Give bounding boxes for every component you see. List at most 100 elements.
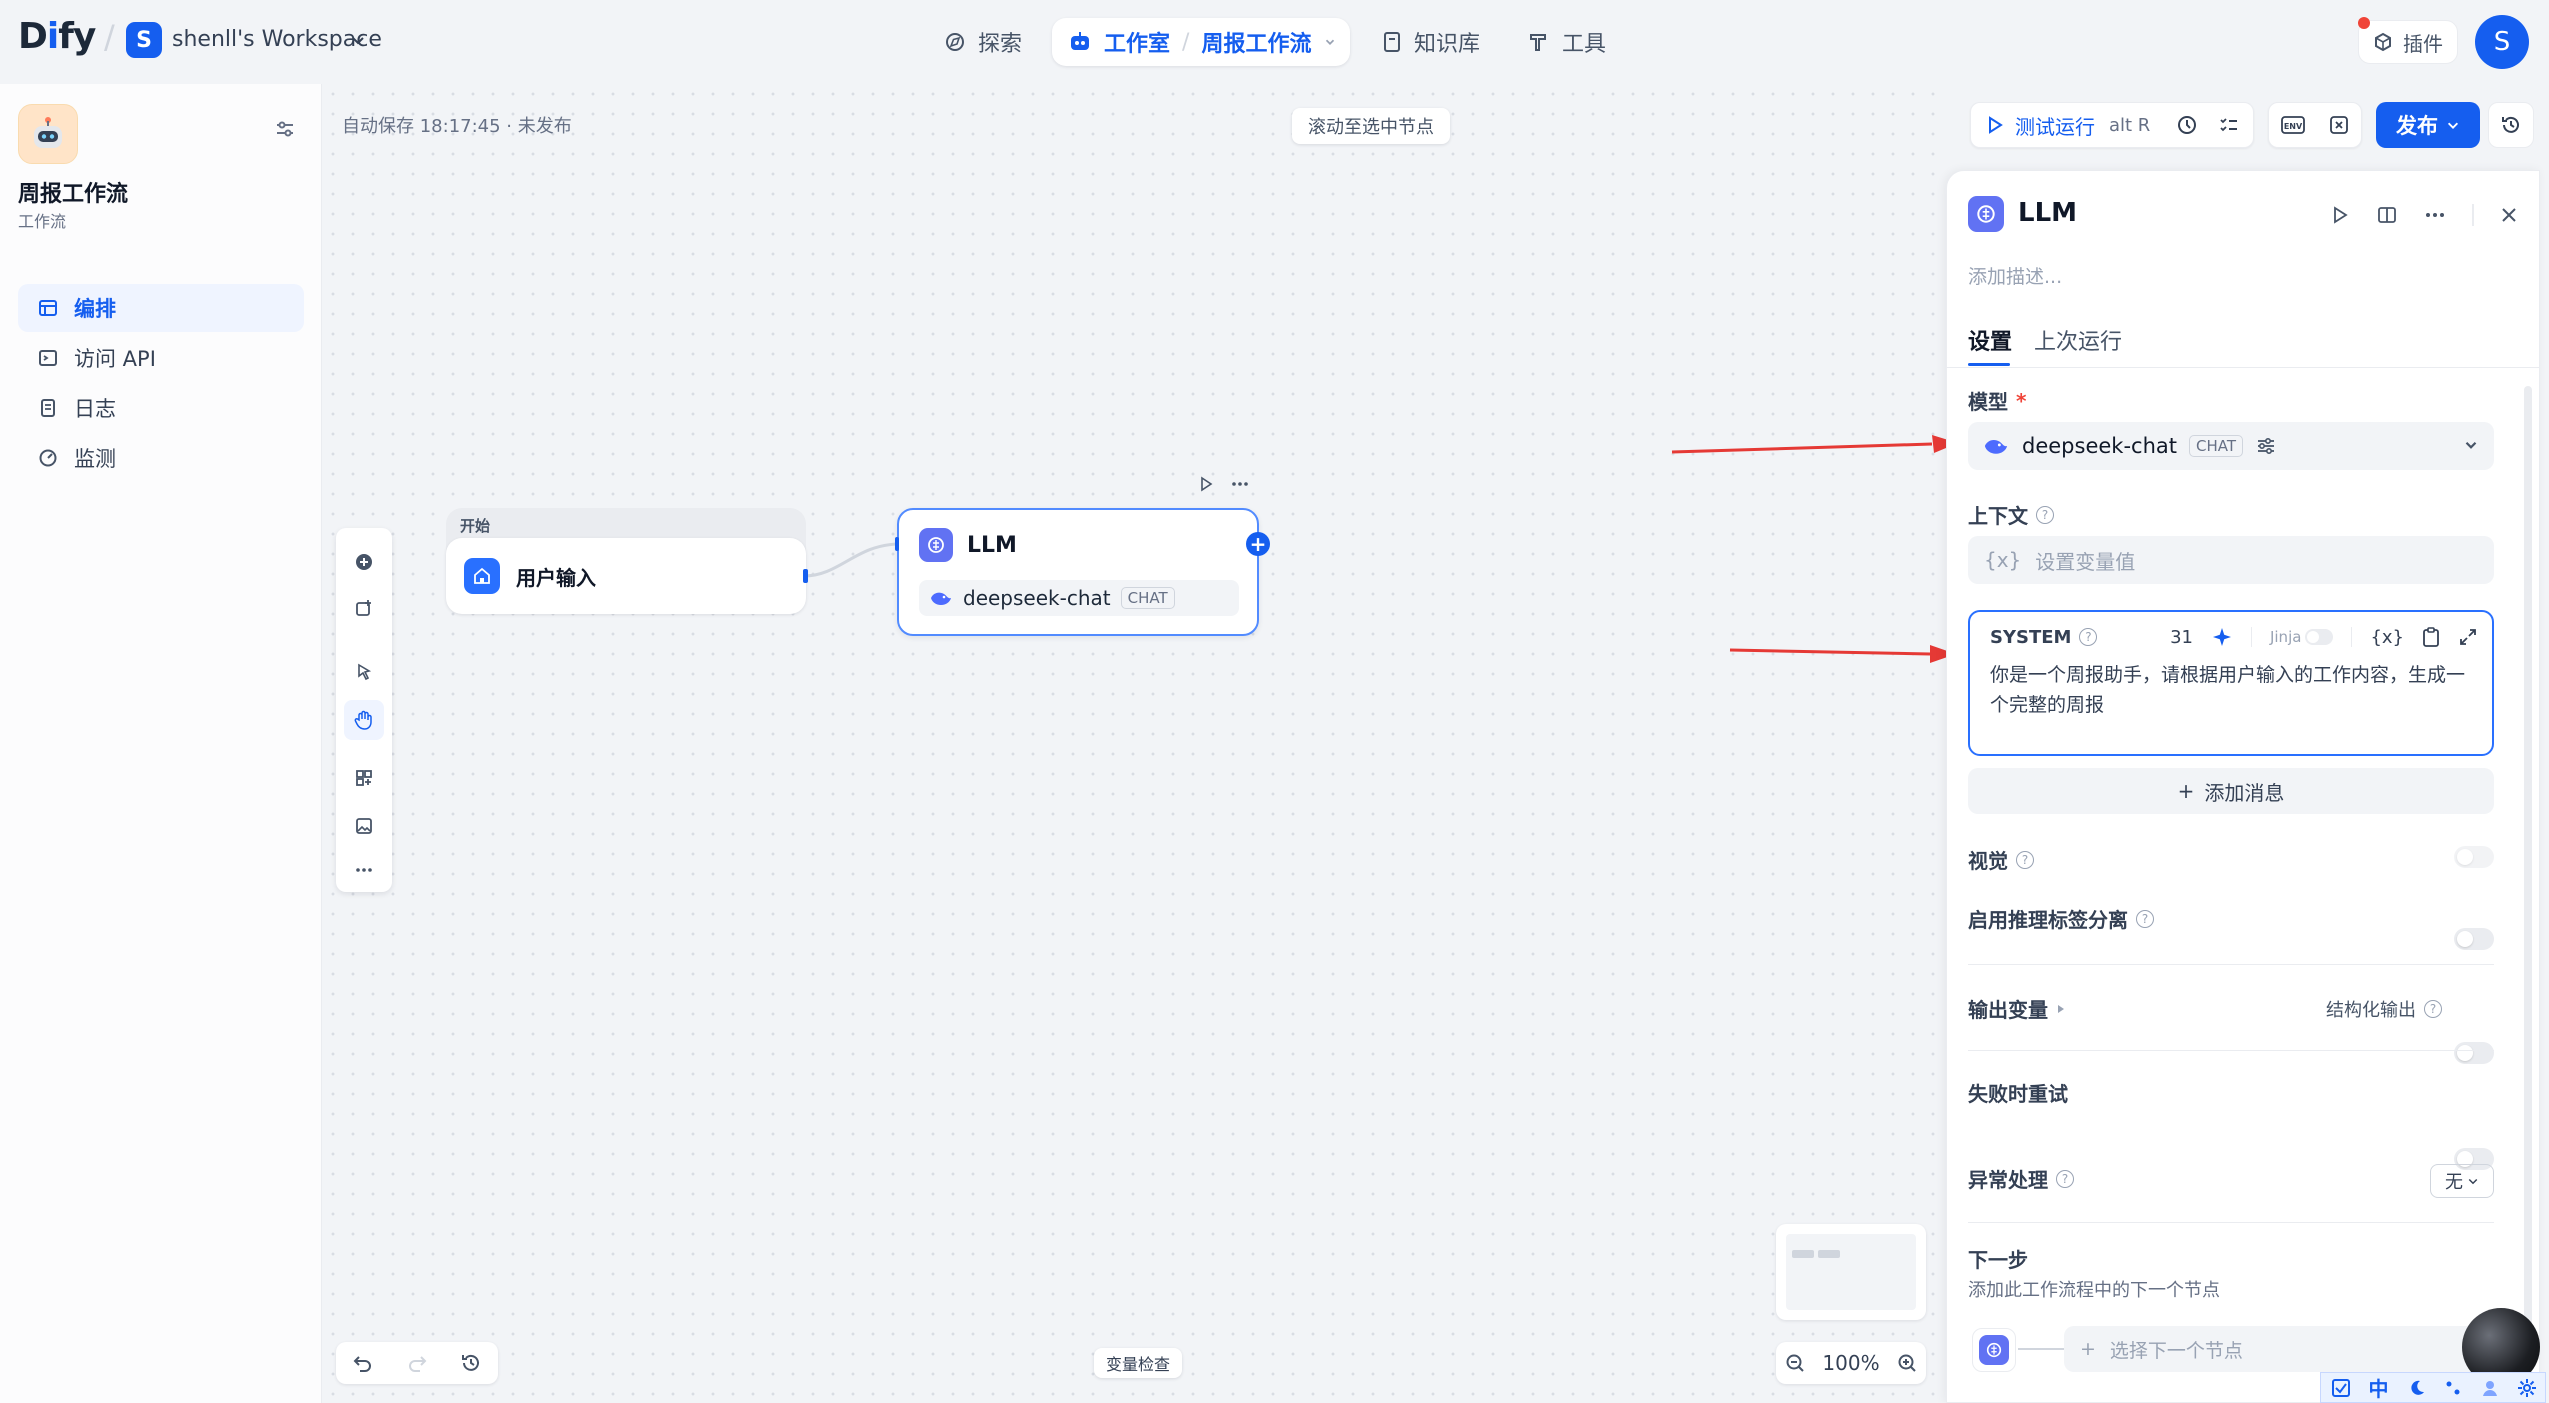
ime-chinese-label[interactable]: 中	[2369, 1373, 2389, 1402]
help-icon[interactable]: ?	[2136, 909, 2154, 928]
more-icon[interactable]	[2424, 204, 2446, 226]
close-icon[interactable]	[2500, 206, 2518, 224]
checklist-icon[interactable]	[2218, 114, 2240, 136]
llm-brain-icon	[1968, 196, 2004, 232]
more-icon[interactable]	[344, 850, 384, 890]
sidebar-collapse-icon[interactable]	[274, 118, 296, 140]
help-icon[interactable]: ?	[2036, 505, 2054, 524]
system-prompt-editor[interactable]: SYSTEM ? 31 Jinja {x} 你是一个周报助手，请根据用户输入的工…	[1968, 610, 2494, 756]
edge-start-to-llm[interactable]	[800, 536, 904, 584]
history-clock-icon[interactable]	[2176, 114, 2198, 136]
llm-node[interactable]: LLM deepseek-chat CHAT	[897, 508, 1259, 636]
nav-explore[interactable]: 探索	[944, 24, 1022, 60]
checkbox-icon[interactable]	[2330, 1377, 2352, 1399]
split-view-icon[interactable]	[2376, 204, 2398, 226]
chevron-down-icon[interactable]	[350, 32, 366, 48]
help-icon[interactable]: ?	[2424, 1000, 2442, 1018]
llm-brain-icon	[919, 528, 953, 562]
minimap[interactable]	[1776, 1224, 1926, 1320]
add-note-icon[interactable]	[344, 588, 384, 628]
sidebar-item-monitor[interactable]: 监测	[18, 434, 304, 482]
play-icon[interactable]	[1198, 476, 1214, 492]
expand-icon[interactable]	[2458, 627, 2478, 647]
add-next-node-icon[interactable]: +	[1246, 532, 1270, 556]
tools-divider	[2250, 627, 2252, 647]
deepseek-whale-icon	[929, 589, 953, 607]
chevron-down-icon[interactable]	[1323, 35, 1337, 49]
sidebar-item-orchestrate[interactable]: 编排	[18, 284, 304, 332]
clipboard-icon[interactable]	[2422, 626, 2440, 648]
llm-node-input-port[interactable]	[895, 537, 899, 551]
user-icon[interactable]	[2480, 1378, 2500, 1398]
context-variable-input[interactable]: {x} 设置变量值	[1968, 536, 2494, 584]
scroll-to-selected-button[interactable]: 滚动至选中节点	[1292, 108, 1450, 144]
redo-icon[interactable]	[406, 1352, 428, 1374]
select-next-label: 选择下一个节点	[2109, 1339, 2243, 1362]
tab-settings[interactable]: 设置	[1968, 324, 2012, 356]
sparkle-icon[interactable]	[2211, 626, 2233, 648]
workspace-avatar[interactable]: S	[126, 22, 162, 58]
history-icon[interactable]	[460, 1352, 482, 1374]
description-input[interactable]: 添加描述...	[1968, 262, 2062, 289]
version-history-button[interactable]	[2488, 102, 2534, 148]
structured-output-toggle[interactable]	[2454, 1042, 2494, 1064]
add-message-button[interactable]: + 添加消息	[1968, 768, 2494, 814]
undo-icon[interactable]	[352, 1352, 374, 1374]
reasoning-toggle[interactable]	[2454, 928, 2494, 950]
zoom-in-icon[interactable]	[1896, 1352, 1918, 1374]
dify-logo[interactable]: Dify	[18, 16, 96, 57]
moon-icon[interactable]	[2406, 1378, 2426, 1398]
help-icon[interactable]: ?	[2056, 1169, 2074, 1188]
gear-icon[interactable]	[2517, 1378, 2537, 1398]
gauge-icon	[38, 448, 58, 468]
pointer-icon[interactable]	[344, 652, 384, 692]
workflow-canvas[interactable]	[323, 84, 1946, 1403]
sidebar-item-logs[interactable]: 日志	[18, 384, 304, 432]
nav-current-app[interactable]: 周报工作流	[1201, 26, 1311, 58]
select-next-node-button[interactable]: + 选择下一个节点	[2064, 1326, 2494, 1372]
organize-icon[interactable]	[344, 758, 384, 798]
jinja-switch[interactable]	[2305, 629, 2334, 645]
caret-right-icon	[2056, 1003, 2066, 1015]
deepseek-whale-icon	[1982, 436, 2010, 456]
more-icon[interactable]	[1230, 476, 1250, 492]
variable-x-icon[interactable]	[2328, 114, 2350, 136]
hand-icon[interactable]	[344, 700, 384, 740]
start-node[interactable]: 用户输入	[446, 538, 806, 614]
minimap-viewport	[1786, 1234, 1916, 1310]
panel-scrollbar[interactable]	[2524, 386, 2532, 1346]
help-icon[interactable]: ?	[2016, 850, 2034, 869]
plugins-button[interactable]: 插件	[2358, 20, 2458, 64]
nav-tools[interactable]: 工具	[1528, 24, 1606, 60]
system-prompt-text[interactable]: 你是一个周报助手，请根据用户输入的工作内容，生成一个完整的周报	[1990, 660, 2472, 720]
user-avatar[interactable]: S	[2475, 15, 2529, 69]
add-node-icon[interactable]	[344, 542, 384, 582]
vision-toggle[interactable]	[2454, 846, 2494, 868]
run-node-icon[interactable]	[2330, 205, 2350, 225]
zoom-level[interactable]: 100%	[1822, 1351, 1879, 1375]
context-label: 上下文 ?	[1968, 500, 2054, 529]
nav-studio[interactable]: 工作室 / 周报工作流	[1052, 18, 1350, 66]
model-select[interactable]: deepseek-chat CHAT	[1968, 422, 2494, 470]
help-icon[interactable]: ?	[2079, 628, 2098, 646]
insert-variable-icon[interactable]: {x}	[2370, 627, 2404, 648]
app-robot-icon	[18, 104, 78, 164]
start-node-output-port[interactable]	[803, 569, 808, 583]
current-node-chip	[1972, 1328, 2016, 1372]
jinja-toggle[interactable]: Jinja	[2270, 628, 2334, 646]
env-icon[interactable]: ENV	[2280, 114, 2306, 136]
tab-last-run[interactable]: 上次运行	[2034, 324, 2122, 356]
export-image-icon[interactable]	[344, 806, 384, 846]
sliders-icon[interactable]	[2255, 436, 2277, 456]
panel-actions	[2326, 200, 2526, 230]
error-handling-select[interactable]: 无	[2430, 1164, 2494, 1198]
output-vars-label[interactable]: 输出变量	[1968, 994, 2066, 1023]
publish-button[interactable]: 发布	[2376, 102, 2480, 148]
punctuation-icon[interactable]	[2443, 1378, 2463, 1398]
zoom-out-icon[interactable]	[1784, 1352, 1806, 1374]
variable-inspect-button[interactable]: 变量检查	[1094, 1348, 1183, 1378]
panel-title[interactable]: LLM	[2018, 198, 2077, 228]
nav-knowledge[interactable]: 知识库	[1382, 24, 1480, 60]
test-run-button[interactable]: 测试运行 alt R	[1970, 102, 2254, 148]
sidebar-item-api[interactable]: 访问 API	[18, 334, 304, 382]
